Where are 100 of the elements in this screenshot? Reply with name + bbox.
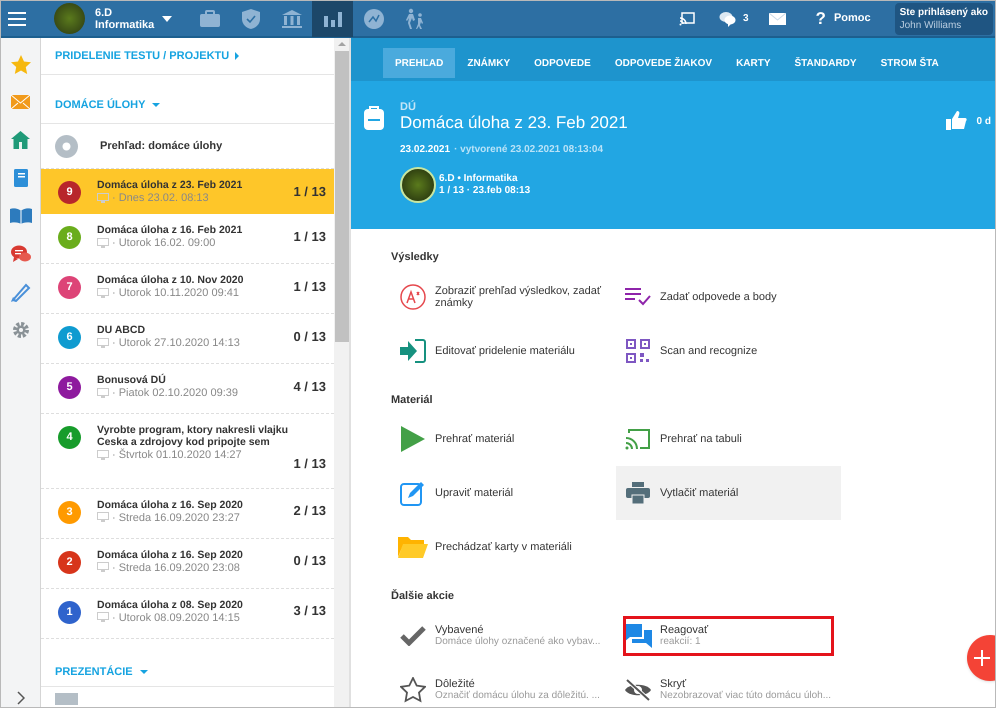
homework-item[interactable]: 8 Domáca úloha z 16. Feb 2021 · Utorok 16.02. 09:00 1 / 13: [41, 214, 334, 264]
submission-count: 1 / 13: [293, 455, 326, 473]
nav-tab[interactable]: [312, 1, 354, 37]
submission-count: 1 / 13: [293, 278, 326, 296]
overview-label: Prehľad: domáce úlohy: [100, 138, 222, 154]
thumbs-up-icon: [946, 111, 967, 130]
action-button[interactable]: Zobraziť prehľad výsledkov, zadať známky: [391, 270, 606, 324]
chevron-right-icon: [16, 691, 24, 705]
enter-arrow-icon: [400, 338, 426, 362]
homework-date: · Utorok 27.10.2020 14:13: [112, 337, 240, 349]
homework-title: Bonusová DÚ: [97, 374, 167, 386]
homework-item[interactable]: 6 DU ABCD · Utorok 27.10.2020 14:13 0 / 13: [41, 314, 334, 364]
chart-circle-icon: [362, 8, 385, 30]
user-name: John Williams: [900, 19, 962, 32]
number-badge: 3: [58, 500, 81, 524]
homework-date: · Piatok 02.10.2020 09:39: [112, 387, 238, 399]
homework-date: · Štvrtok 01.10.2020 14:27: [112, 449, 242, 461]
number-badge: 9: [58, 181, 81, 204]
folder-icon: [398, 535, 428, 559]
homework-title: DU ABCD: [97, 324, 146, 336]
action-button[interactable]: Upraviť materiál: [391, 466, 606, 520]
action-description: Nezobrazovať viac túto domácu úloh...: [660, 690, 832, 702]
action-button[interactable]: Prehrať materiál: [391, 412, 606, 466]
action-label: Prehrať materiál: [435, 433, 514, 445]
star-icon: [10, 54, 30, 74]
number-badge: 7: [58, 276, 81, 299]
action-label: Scan and recognize: [660, 344, 758, 356]
homework-item[interactable]: 1 Domáca úloha z 08. Sep 2020 · Utorok 08.09.2020 14:15 3 / 13: [41, 588, 334, 638]
qr-code-icon: [626, 338, 650, 362]
messages-button[interactable]: 3: [718, 10, 749, 26]
number-badge: 4: [58, 426, 81, 449]
homework-item[interactable]: 2 Domáca úloha z 16. Sep 2020 · Streda 16.09.2020 23:08 0 / 13: [41, 538, 334, 588]
homework-date: · Streda 16.09.2020 23:08: [112, 562, 240, 574]
homework-title: Domáca úloha z 08. Sep 2020: [97, 598, 244, 610]
bank-icon: [280, 8, 303, 28]
pencil-icon: [10, 282, 30, 302]
checkmark-icon: [400, 626, 426, 646]
action-label: Upraviť materiál: [435, 487, 514, 499]
action-description: Domáce úlohy označené ako vybav...: [435, 636, 600, 648]
action-button[interactable]: Vytlačiť materiál: [616, 466, 841, 520]
homework-title: Domáca úloha z 16. Sep 2020: [97, 498, 244, 510]
monitor-icon: [97, 612, 109, 623]
number-badge: 2: [58, 550, 81, 574]
open-book-icon: [10, 208, 32, 224]
homework-title: Domáca úloha z 10. Nov 2020: [97, 274, 244, 286]
section-title: Materiál: [391, 392, 434, 408]
caret-icon[interactable]: [162, 16, 172, 22]
homework-date: · Utorok 10.11.2020 09:41: [112, 287, 239, 299]
monitor-icon: [97, 450, 109, 460]
message-count: 3: [742, 12, 749, 26]
created-date: · vytvorené 23.02.2021 08:13:04: [454, 143, 604, 157]
class-avatar: [400, 167, 436, 203]
section-title: Ďalšie akcie: [391, 588, 455, 604]
cast-screen-icon: [625, 428, 651, 450]
action-button[interactable]: Prehrať na tabuli: [616, 412, 841, 466]
mail-icon[interactable]: [768, 12, 786, 24]
monitor-icon: [97, 388, 109, 398]
homework-title: Vyrobte program, ktory nakresli vlajku Ceska a zdrojovy kod pripojte sem: [97, 424, 290, 448]
action-button[interactable]: Dôležité Označiť domácu úlohu za dôležitú. ...: [391, 662, 606, 707]
class-subject[interactable]: Informatika: [95, 18, 154, 30]
action-button[interactable]: Editovať pridelenie materiálu: [391, 324, 606, 378]
action-button[interactable]: Reagovať reakcií: 1: [616, 608, 841, 662]
submission-count: 0 / 13: [293, 552, 326, 570]
action-button[interactable]: Vybavené Domáce úlohy označené ako vybav...: [391, 608, 606, 662]
monitor-icon: [97, 512, 109, 523]
likes-count: 0 d: [976, 115, 991, 129]
class-label: 6.D • Informatika: [439, 173, 519, 185]
homework-title: Domáca úloha z 23. Feb 2021: [97, 179, 244, 191]
action-description: reakcií: 1: [660, 636, 701, 648]
scrollbar[interactable]: [334, 38, 349, 707]
chat-icon: [624, 624, 652, 648]
homework-item[interactable]: 9 Domáca úloha z 23. Feb 2021 · Dnes 23.02. 08:13 1 / 13: [41, 169, 334, 214]
homework-date: · Streda 16.09.2020 23:27: [112, 512, 240, 524]
action-button[interactable]: Zadať odpovede a body: [616, 270, 841, 324]
menu-icon[interactable]: [8, 12, 26, 26]
plus-icon: [974, 650, 990, 666]
progress-label: 1 / 13 · 23.feb 08:13: [439, 185, 530, 197]
action-label: Zobraziť prehľad výsledkov, zadať známky: [435, 284, 602, 308]
action-button[interactable]: Prechádzať karty v materiáli: [391, 520, 606, 574]
type-label: DÚ: [400, 101, 417, 113]
monitor-icon: [97, 238, 109, 248]
envelope-icon: [11, 95, 30, 109]
homework-item[interactable]: 5 Bonusová DÚ · Piatok 02.10.2020 09:39 4 / 13: [41, 364, 334, 414]
homework-item[interactable]: 7 Domáca úloha z 10. Nov 2020 · Utorok 10.11.2020 09:41 1 / 13: [41, 264, 334, 314]
envelope-icon: [768, 12, 786, 24]
cast-screen-icon: [678, 12, 695, 26]
action-label: Dôležité: [435, 678, 476, 690]
walking-people-icon: [404, 8, 425, 30]
user-box[interactable]: Ste prihlásený ako John Williams: [894, 3, 993, 35]
class-name[interactable]: 6.D: [95, 6, 154, 18]
submission-count: 1 / 13: [293, 182, 326, 201]
homework-item[interactable]: 3 Domáca úloha z 16. Sep 2020 · Streda 16.09.2020 23:27 2 / 13: [41, 488, 334, 538]
monitor-icon: [97, 288, 109, 298]
number-badge: 5: [58, 376, 81, 399]
cast-icon[interactable]: [678, 12, 695, 26]
homework-title: Domáca úloha z 16. Sep 2020: [97, 548, 244, 560]
action-button[interactable]: Scan and recognize: [616, 324, 841, 378]
help-button[interactable]: ? Pomoc: [816, 6, 871, 32]
action-button[interactable]: Skryť Nezobrazovať viac túto domácu úloh...: [616, 662, 841, 707]
bar-chart-icon: [324, 10, 342, 26]
